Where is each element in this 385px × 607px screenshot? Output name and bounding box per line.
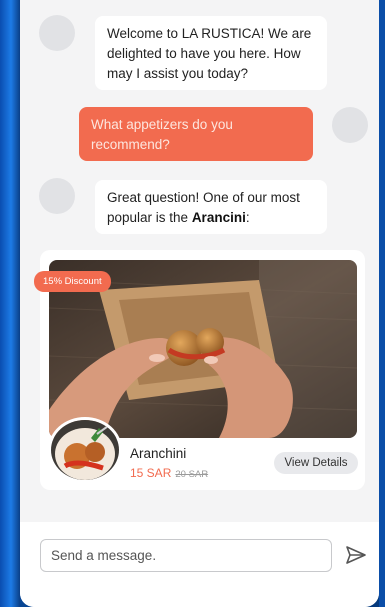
view-details-button[interactable]: View Details xyxy=(274,452,358,474)
bot-avatar xyxy=(39,178,75,214)
discount-badge: 15% Discount xyxy=(34,271,111,292)
desktop-background-left xyxy=(0,0,20,607)
bot-message-punctuation: : xyxy=(245,210,250,225)
message-composer xyxy=(20,522,379,607)
bot-message-text: Welcome to LA RUSTICA! We are delighted … xyxy=(107,26,312,81)
bot-avatar xyxy=(39,15,75,51)
dish-highlight: Arancini xyxy=(191,210,246,225)
current-price: 15 SAR xyxy=(130,466,172,480)
product-name: Aranchini xyxy=(130,446,187,461)
message-input[interactable] xyxy=(40,539,332,572)
send-button[interactable] xyxy=(342,541,370,569)
user-avatar xyxy=(332,107,368,143)
user-message-text: What appetizers do you recommend? xyxy=(91,117,233,152)
original-price: 20 SAR xyxy=(175,469,209,480)
product-thumbnail[interactable] xyxy=(48,417,122,483)
product-thumbnail-image xyxy=(51,420,119,480)
desktop-background-right xyxy=(379,0,385,607)
chat-window: Welcome to LA RUSTICA! We are delighted … xyxy=(20,0,379,607)
bot-message-welcome: Welcome to LA RUSTICA! We are delighted … xyxy=(95,16,327,90)
send-icon xyxy=(346,546,366,564)
user-message: What appetizers do you recommend? xyxy=(79,107,313,161)
bot-message-recommendation: Great question! One of our most popular … xyxy=(95,180,327,234)
product-price: 15 SAR 20 SAR xyxy=(130,466,208,480)
